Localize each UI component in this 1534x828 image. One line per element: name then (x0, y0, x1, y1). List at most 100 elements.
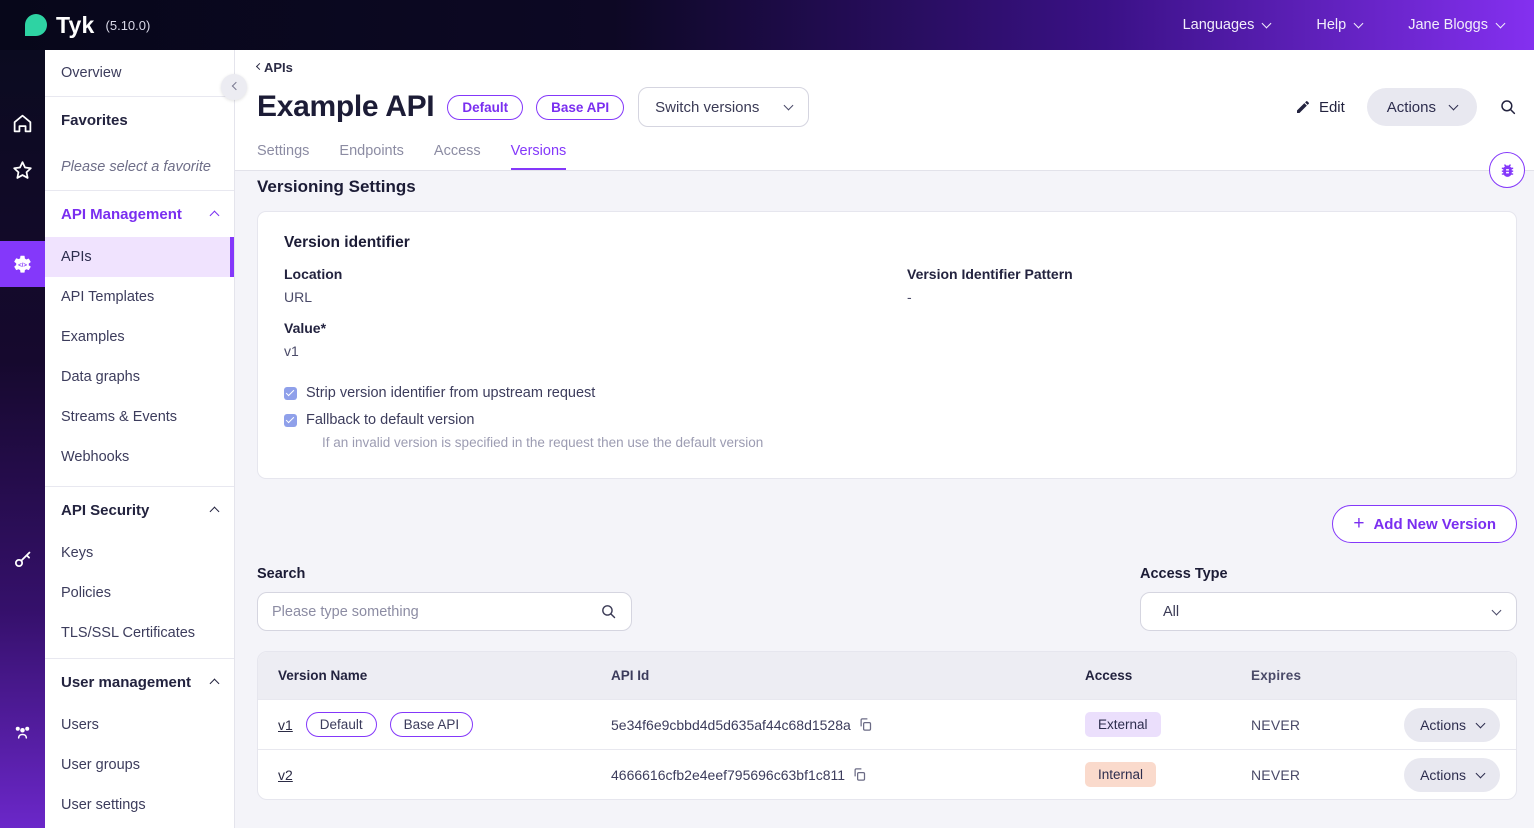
strip-version-label: Strip version identifier from upstream r… (306, 385, 595, 401)
location-label: Location (284, 266, 867, 282)
default-badge: Default (447, 95, 523, 120)
sidebar-item-examples[interactable]: Examples (45, 317, 234, 357)
search-filter: Search (257, 566, 632, 631)
api-security-key-icon[interactable] (0, 536, 45, 582)
languages-menu[interactable]: Languages (1183, 17, 1271, 33)
languages-label: Languages (1183, 17, 1255, 33)
home-icon[interactable] (0, 100, 45, 146)
topbar: Tyk (5.10.0) Languages Help Jane Bloggs (0, 0, 1534, 50)
row-actions-button[interactable]: Actions (1404, 758, 1500, 792)
search-icon[interactable] (600, 603, 617, 620)
search-input[interactable] (272, 604, 590, 620)
sidebar: Overview Favorites Please select a favor… (45, 50, 235, 828)
filters-row: Search Access Type All (257, 566, 1517, 631)
streams-events-label: Streams & Events (61, 409, 177, 425)
version-link-v1[interactable]: v1 (278, 717, 293, 733)
sidebar-item-api-templates[interactable]: API Templates (45, 277, 234, 317)
chevron-left-icon (231, 81, 239, 89)
access-type-value: All (1163, 604, 1179, 620)
location-value: URL (284, 289, 867, 305)
sidebar-item-webhooks[interactable]: Webhooks (45, 437, 234, 477)
actions-cell: Actions (1381, 758, 1516, 792)
sidebar-section-user-management[interactable]: User management (45, 659, 234, 705)
sidebar-item-user-settings[interactable]: User settings (45, 785, 234, 825)
sidebar-item-policies[interactable]: Policies (45, 573, 234, 613)
users-label: Users (61, 717, 99, 733)
col-expires: Expires (1251, 668, 1381, 683)
sidebar-section-api-management[interactable]: API Management (45, 191, 234, 237)
col-access: Access (1085, 668, 1251, 683)
version-link-v2[interactable]: v2 (278, 767, 293, 783)
access-type-label: Access Type (1140, 566, 1517, 582)
chevron-left-icon (256, 62, 263, 69)
help-menu[interactable]: Help (1316, 17, 1362, 33)
strip-version-checkbox[interactable] (284, 387, 297, 400)
sidebar-collapse-button[interactable] (221, 74, 247, 100)
chevron-up-icon (210, 679, 220, 689)
switch-versions-dropdown[interactable]: Switch versions (638, 87, 809, 127)
overview-label: Overview (61, 65, 121, 81)
switch-versions-label: Switch versions (655, 99, 759, 116)
row-actions-label: Actions (1420, 717, 1466, 733)
fallback-checkbox[interactable] (284, 414, 297, 427)
plus-icon: + (1353, 514, 1364, 533)
add-new-version-button[interactable]: + Add New Version (1332, 505, 1517, 543)
favorites-placeholder: Please select a favorite (45, 143, 234, 190)
row-actions-button[interactable]: Actions (1404, 708, 1500, 742)
chevron-down-icon (1496, 19, 1506, 29)
sidebar-item-overview[interactable]: Overview (45, 50, 234, 96)
access-cell: External (1085, 712, 1251, 737)
copy-icon[interactable] (852, 767, 867, 782)
user-name-label: Jane Bloggs (1408, 17, 1488, 33)
keys-label: Keys (61, 545, 93, 561)
apis-label: APIs (61, 249, 92, 265)
sidebar-item-users[interactable]: Users (45, 705, 234, 745)
access-cell: Internal (1085, 762, 1251, 787)
api-management-icon[interactable]: </> (0, 241, 45, 287)
sidebar-section-favorites[interactable]: Favorites (45, 97, 234, 143)
bug-report-button[interactable] (1489, 152, 1525, 188)
actions-cell: Actions (1381, 708, 1516, 742)
sidebar-item-tls-ssl-certificates[interactable]: TLS/SSL Certificates (45, 613, 234, 653)
chevron-up-icon (210, 507, 220, 517)
table-row: v1 Default Base API 5e34f6e9cbbd4d5d635a… (258, 699, 1516, 749)
row-actions-label: Actions (1420, 767, 1466, 783)
header-search-icon[interactable] (1499, 98, 1517, 116)
edit-button[interactable]: Edit (1295, 99, 1345, 116)
sidebar-section-api-security[interactable]: API Security (45, 487, 234, 533)
copy-icon[interactable] (858, 717, 873, 732)
versions-content: Versioning Settings Version identifier L… (235, 171, 1534, 828)
pattern-field: Version Identifier Pattern - (907, 266, 1490, 305)
user-menu[interactable]: Jane Bloggs (1408, 17, 1504, 33)
star-icon[interactable] (0, 147, 45, 193)
tab-access[interactable]: Access (434, 143, 481, 170)
chevron-down-icon (1476, 718, 1486, 728)
tab-bar: Settings Endpoints Access Versions (257, 143, 1517, 170)
base-api-badge: Base API (390, 712, 474, 737)
breadcrumb[interactable]: APIs (257, 60, 1517, 75)
tab-versions[interactable]: Versions (511, 143, 567, 170)
page-header: APIs Example API Default Base API Switch… (235, 50, 1534, 171)
sidebar-item-data-graphs[interactable]: Data graphs (45, 357, 234, 397)
tyk-logo[interactable]: Tyk (5.10.0) (25, 12, 150, 39)
sidebar-item-keys[interactable]: Keys (45, 533, 234, 573)
section-title: Versioning Settings (257, 177, 1517, 197)
fallback-help-text: If an invalid version is specified in th… (322, 435, 1490, 450)
user-management-users-icon[interactable] (0, 708, 45, 754)
default-badge: Default (306, 712, 377, 737)
sidebar-item-user-groups[interactable]: User groups (45, 745, 234, 785)
header-actions-button[interactable]: Actions (1367, 88, 1477, 126)
favorites-label: Favorites (61, 112, 128, 129)
card-title: Version identifier (284, 234, 1490, 252)
tab-endpoints[interactable]: Endpoints (339, 143, 404, 170)
sidebar-item-streams-events[interactable]: Streams & Events (45, 397, 234, 437)
access-badge: Internal (1085, 762, 1156, 787)
breadcrumb-label: APIs (264, 60, 293, 75)
tab-settings[interactable]: Settings (257, 143, 309, 170)
sidebar-item-apis[interactable]: APIs (45, 237, 234, 277)
user-groups-label: User groups (61, 757, 140, 773)
version-cell: v2 (258, 767, 611, 783)
search-box (257, 592, 632, 631)
access-type-select[interactable]: All (1140, 592, 1517, 631)
add-version-row: + Add New Version (257, 505, 1517, 543)
